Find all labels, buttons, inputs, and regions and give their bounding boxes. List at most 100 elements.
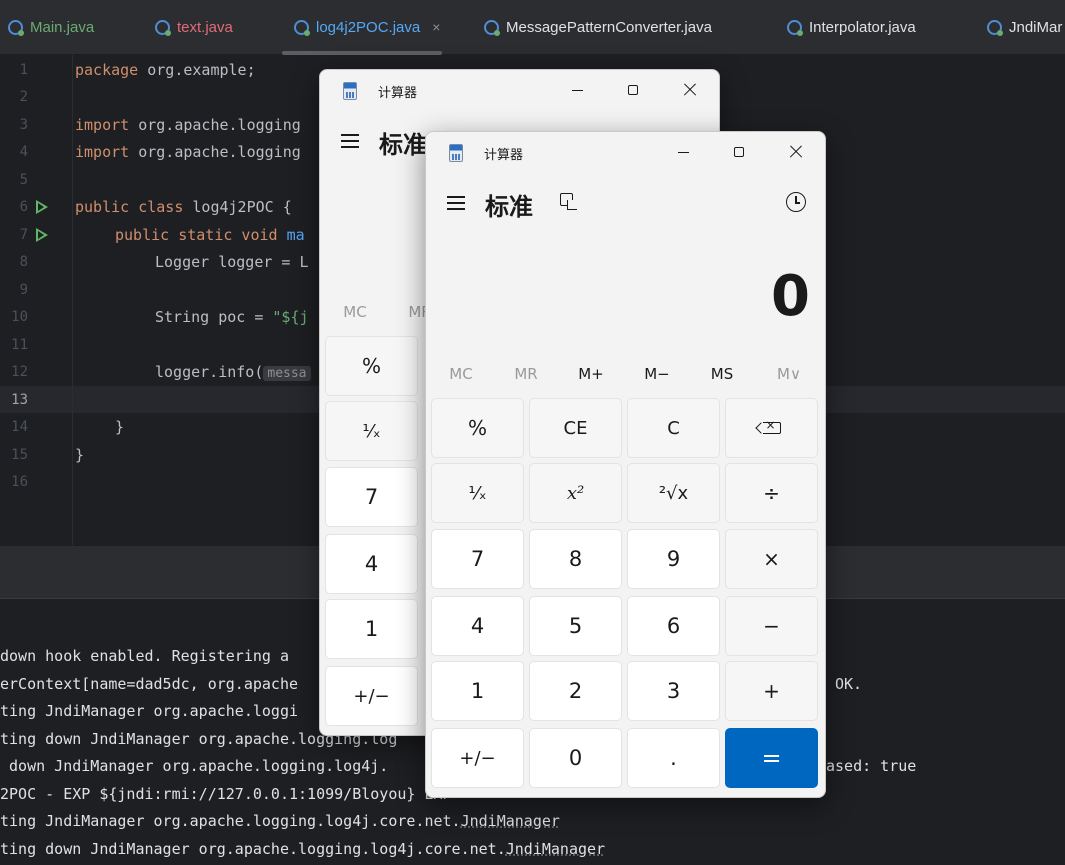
line-number: 15: [11, 447, 28, 463]
line-number: 2: [19, 89, 28, 105]
run-main-icon[interactable]: [36, 228, 48, 242]
history-icon[interactable]: [786, 192, 806, 212]
tab-text-java[interactable]: text.java: [155, 0, 233, 54]
minimize-button[interactable]: [554, 70, 600, 110]
subtract-key[interactable]: −: [725, 596, 818, 656]
backspace-key[interactable]: [725, 398, 818, 458]
maximize-button[interactable]: [716, 132, 762, 172]
line-number: 9: [19, 282, 28, 298]
digit-4-key[interactable]: 4: [431, 596, 524, 656]
memory-recall-button[interactable]: MR: [496, 365, 556, 383]
calculator-app-icon: [343, 82, 357, 100]
code-line-8: Logger logger = L: [155, 253, 309, 271]
java-class-icon: [484, 19, 500, 36]
close-icon: [789, 145, 803, 159]
hamburger-menu-icon[interactable]: [341, 134, 359, 148]
close-button[interactable]: [773, 132, 819, 172]
title-bar[interactable]: 计算器: [320, 70, 719, 110]
calculator-window-front[interactable]: 计算器 标准 0 MC MR M+ M− MS M∨ % CE C ¹⁄ₓ x²…: [425, 131, 826, 798]
negate-key[interactable]: +/−: [325, 666, 418, 726]
line-number: 7: [19, 227, 28, 243]
console-line-tail: OK.: [835, 675, 863, 693]
close-icon: [683, 83, 697, 97]
maximize-button[interactable]: [610, 70, 656, 110]
console-line: 2POC - EXP ${jndi:rmi://127.0.0.1:1099/B…: [0, 785, 452, 803]
clear-key[interactable]: C: [627, 398, 720, 458]
multiply-key[interactable]: ×: [725, 529, 818, 589]
result-display: 0: [771, 264, 810, 329]
class-link: JndiManager: [505, 840, 606, 858]
digit-7-key[interactable]: 7: [325, 467, 418, 527]
code-line-1: package org.example;: [75, 61, 256, 79]
square-root-key[interactable]: ²√x: [627, 463, 720, 523]
class-link: JndiManager: [460, 812, 560, 830]
title-bar[interactable]: 计算器: [426, 132, 825, 172]
negate-key[interactable]: +/−: [431, 728, 524, 788]
percent-key[interactable]: %: [325, 336, 418, 396]
tab-label: Main.java: [30, 18, 95, 36]
code-line-6: public class log4j2POC {: [75, 198, 292, 216]
hamburger-menu-icon[interactable]: [447, 196, 465, 210]
close-tab-icon[interactable]: ×: [432, 19, 440, 35]
console-line: ting JndiManager org.apache.logging.log4…: [0, 812, 560, 830]
tab-jndimanager-java[interactable]: JndiMar: [987, 0, 1062, 54]
digit-2-key[interactable]: 2: [529, 661, 622, 721]
line-number: 11: [11, 337, 28, 353]
console-line: ting down JndiManager org.apache.logging…: [0, 840, 606, 858]
backspace-icon: [762, 418, 781, 434]
java-class-icon: [294, 19, 310, 36]
java-class-icon: [8, 19, 24, 36]
tab-messagepatternconverter-java[interactable]: MessagePatternConverter.java: [484, 0, 712, 54]
digit-5-key[interactable]: 5: [529, 596, 622, 656]
digit-9-key[interactable]: 9: [627, 529, 720, 589]
decimal-key[interactable]: .: [627, 728, 720, 788]
clear-entry-key[interactable]: CE: [529, 398, 622, 458]
square-key[interactable]: x²: [529, 463, 622, 523]
memory-add-button[interactable]: M+: [561, 365, 621, 383]
divide-key[interactable]: ÷: [725, 463, 818, 523]
line-number: 10: [11, 309, 28, 325]
mode-title: 标准: [485, 193, 533, 221]
maximize-icon: [734, 147, 744, 157]
digit-1-key[interactable]: 1: [325, 599, 418, 659]
memory-clear-button[interactable]: MC: [431, 365, 491, 383]
minimize-icon: [677, 151, 689, 153]
memory-list-button[interactable]: M∨: [759, 365, 819, 383]
reciprocal-key[interactable]: ¹⁄ₓ: [431, 463, 524, 523]
close-button[interactable]: [667, 70, 713, 110]
code-line-15: }: [75, 446, 85, 464]
add-key[interactable]: +: [725, 661, 818, 721]
code-line-4: import org.apache.logging: [75, 143, 301, 161]
console-line-tail: ased: true: [826, 757, 917, 775]
java-class-icon: [787, 19, 803, 36]
percent-key[interactable]: %: [431, 398, 524, 458]
digit-3-key[interactable]: 3: [627, 661, 720, 721]
window-title: 计算器: [484, 148, 524, 163]
digit-0-key[interactable]: 0: [529, 728, 622, 788]
run-class-icon[interactable]: [36, 200, 48, 214]
digit-6-key[interactable]: 6: [627, 596, 720, 656]
tab-main-java[interactable]: Main.java: [8, 0, 94, 54]
keep-on-top-icon[interactable]: [560, 193, 580, 213]
digit-8-key[interactable]: 8: [529, 529, 622, 589]
line-number: 1: [19, 62, 28, 78]
tab-label: log4j2POC.java: [316, 18, 421, 36]
calculator-app-icon: [449, 144, 463, 162]
digit-4-key[interactable]: 4: [325, 534, 418, 594]
digit-7-key[interactable]: 7: [431, 529, 524, 589]
tab-interpolator-java[interactable]: Interpolator.java: [787, 0, 916, 54]
gutter-separator: [72, 55, 73, 545]
minimize-button[interactable]: [660, 132, 706, 172]
equals-key[interactable]: =: [725, 728, 818, 788]
reciprocal-key[interactable]: ¹⁄ₓ: [325, 401, 418, 461]
memory-store-button[interactable]: MS: [692, 365, 752, 383]
tab-log4j2poc-java[interactable]: log4j2POC.java ×: [281, 0, 443, 55]
memory-clear-button[interactable]: MC: [325, 303, 385, 321]
memory-subtract-button[interactable]: M−: [627, 365, 687, 383]
minimize-icon: [571, 89, 583, 91]
line-number: 5: [19, 172, 28, 188]
tab-label: Interpolator.java: [809, 18, 916, 36]
tab-label: JndiMar: [1009, 18, 1063, 36]
mode-title: 标准: [379, 131, 427, 159]
digit-1-key[interactable]: 1: [431, 661, 524, 721]
